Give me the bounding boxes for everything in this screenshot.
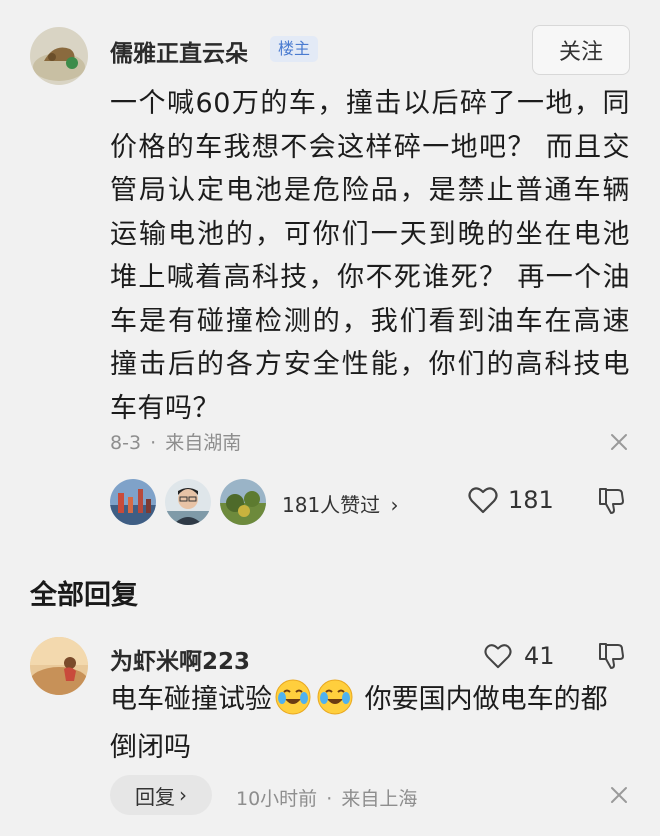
- reply-location: 来自上海: [341, 788, 418, 810]
- post-author-name[interactable]: 儒雅正直云朵: [110, 34, 248, 68]
- close-icon[interactable]: [608, 784, 630, 806]
- reply-author-avatar[interactable]: [30, 637, 88, 695]
- reply-meta: 10小时前 · 来自上海: [236, 784, 417, 811]
- post-content: 一个喊60万的车，撞击以后碎了一地，同价格的车我想不会这样碎一地吧？ 而且交管局…: [110, 88, 630, 424]
- liker-avatar[interactable]: [110, 479, 156, 525]
- reply-button-label: 回复: [135, 784, 175, 809]
- close-icon[interactable]: [608, 431, 630, 453]
- post-meta: 8-3 · 来自湖南: [110, 428, 241, 455]
- dislike-button[interactable]: [596, 486, 626, 516]
- thumb-down-icon: [599, 488, 624, 514]
- liker-avatar[interactable]: [165, 479, 211, 525]
- reply-like-button[interactable]: 41: [484, 642, 555, 670]
- heart-icon: [468, 486, 498, 514]
- reply-content: 电车碰撞试验 你要国内做电车的都倒闭吗: [110, 676, 630, 772]
- like-button[interactable]: 181: [468, 486, 554, 514]
- likers-count-text: 181人赞过: [282, 493, 381, 517]
- reply-dislike-button[interactable]: [596, 641, 626, 671]
- likers-summary-link[interactable]: 181人赞过 ›: [282, 489, 399, 518]
- all-replies-heading: 全部回复: [30, 580, 138, 611]
- follow-button[interactable]: 关注: [532, 25, 630, 75]
- crying-laughing-emoji-icon: [274, 678, 312, 716]
- thumb-down-icon: [599, 643, 624, 669]
- reply-time: 10小时前: [236, 788, 318, 810]
- heart-icon: [484, 643, 512, 669]
- meta-separator: ·: [326, 788, 333, 810]
- post-location: 来自湖南: [165, 432, 242, 454]
- reply-button[interactable]: 回复 ›: [110, 775, 212, 815]
- chevron-right-icon: ›: [390, 493, 399, 517]
- like-count: 181: [508, 486, 554, 514]
- post-author-avatar[interactable]: [30, 27, 88, 85]
- meta-separator: ·: [150, 432, 157, 454]
- crying-laughing-emoji-icon: [316, 678, 354, 716]
- chevron-right-icon: ›: [179, 783, 187, 807]
- post-date: 8-3: [110, 432, 142, 454]
- reply-text-start: 电车碰撞试验: [110, 684, 272, 715]
- reply-author-name[interactable]: 为虾米啊223: [110, 642, 250, 676]
- op-badge: 楼主: [270, 36, 319, 62]
- liker-avatar[interactable]: [220, 479, 266, 525]
- reply-like-count: 41: [524, 642, 555, 670]
